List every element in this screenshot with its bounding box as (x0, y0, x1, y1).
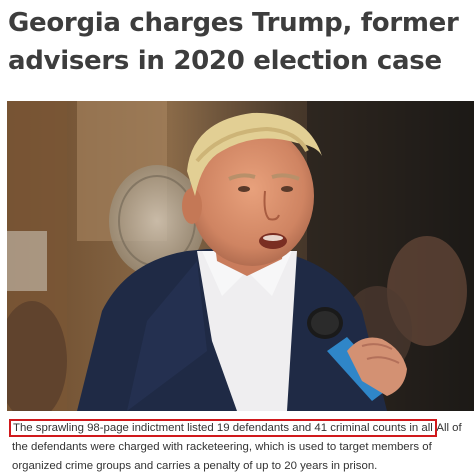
caption-highlight: The sprawling 98-page indictment listed … (9, 419, 437, 437)
photo-caption: The sprawling 98-page indictment listed … (9, 419, 470, 476)
news-photo (7, 101, 474, 411)
headline: Georgia charges Trump, former advisers i… (8, 8, 459, 76)
